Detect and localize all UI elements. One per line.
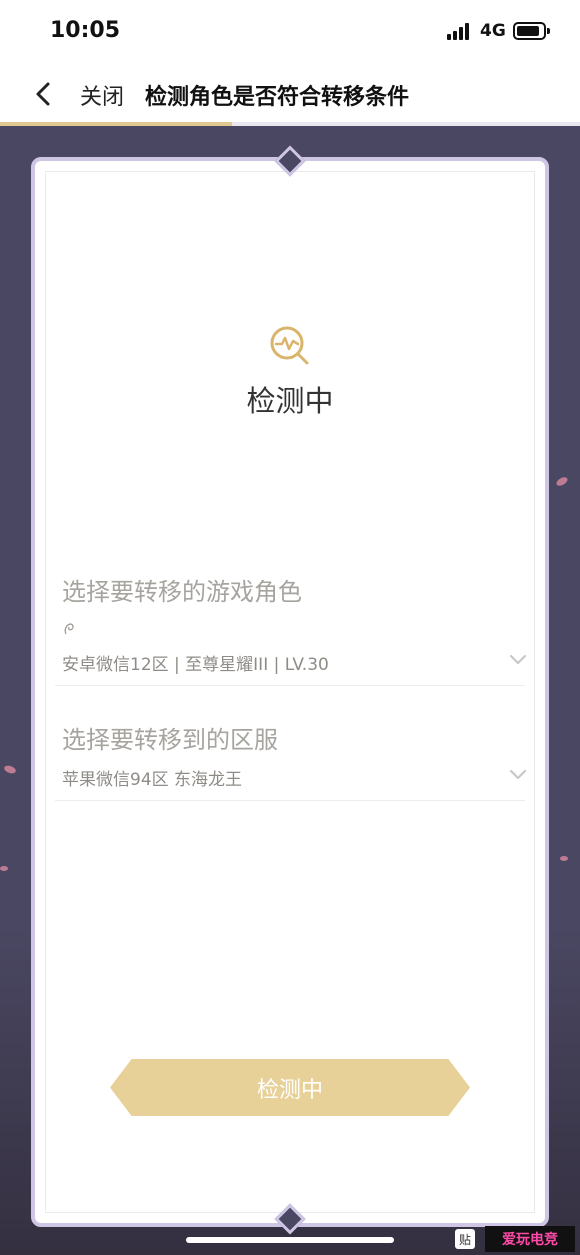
game-logo-icon (64, 623, 74, 635)
network-type: 4G (480, 21, 506, 41)
status-time: 10:05 (50, 18, 121, 43)
home-indicator (186, 1237, 394, 1243)
magnifier-pulse-icon (270, 326, 309, 365)
role-select-value: 安卓微信12区 | 至尊星耀III | LV.30 (62, 655, 329, 675)
petal-decoration (0, 866, 8, 871)
nav-bar: 关闭 检测角色是否符合转移条件 (0, 64, 580, 124)
server-section-label: 选择要转移到的区服 (62, 726, 278, 754)
watermark-logo: 爱玩电竞 (485, 1226, 575, 1252)
petal-decoration (555, 475, 569, 488)
divider (55, 685, 525, 686)
detect-button[interactable]: 检测中 (110, 1059, 470, 1116)
detect-status-title: 检测中 (246, 384, 334, 418)
server-select-value: 苹果微信94区 东海龙王 (62, 770, 243, 790)
battery-icon (513, 22, 550, 40)
close-button[interactable]: 关闭 (80, 79, 124, 111)
chevron-down-icon[interactable] (509, 654, 527, 666)
petal-decoration (3, 764, 17, 775)
chevron-left-icon[interactable] (30, 78, 58, 110)
divider (55, 800, 525, 801)
page-title: 检测角色是否符合转移条件 (145, 85, 410, 110)
petal-decoration (560, 856, 568, 861)
chevron-down-icon[interactable] (509, 769, 527, 781)
watermark-stamp: 贴 (455, 1229, 475, 1249)
signal-icon (447, 23, 473, 40)
watermark: 贴 爱玩电竞 (455, 1226, 577, 1252)
role-section-label: 选择要转移的游戏角色 (62, 578, 302, 606)
status-bar: 10:05 4G (0, 0, 580, 64)
